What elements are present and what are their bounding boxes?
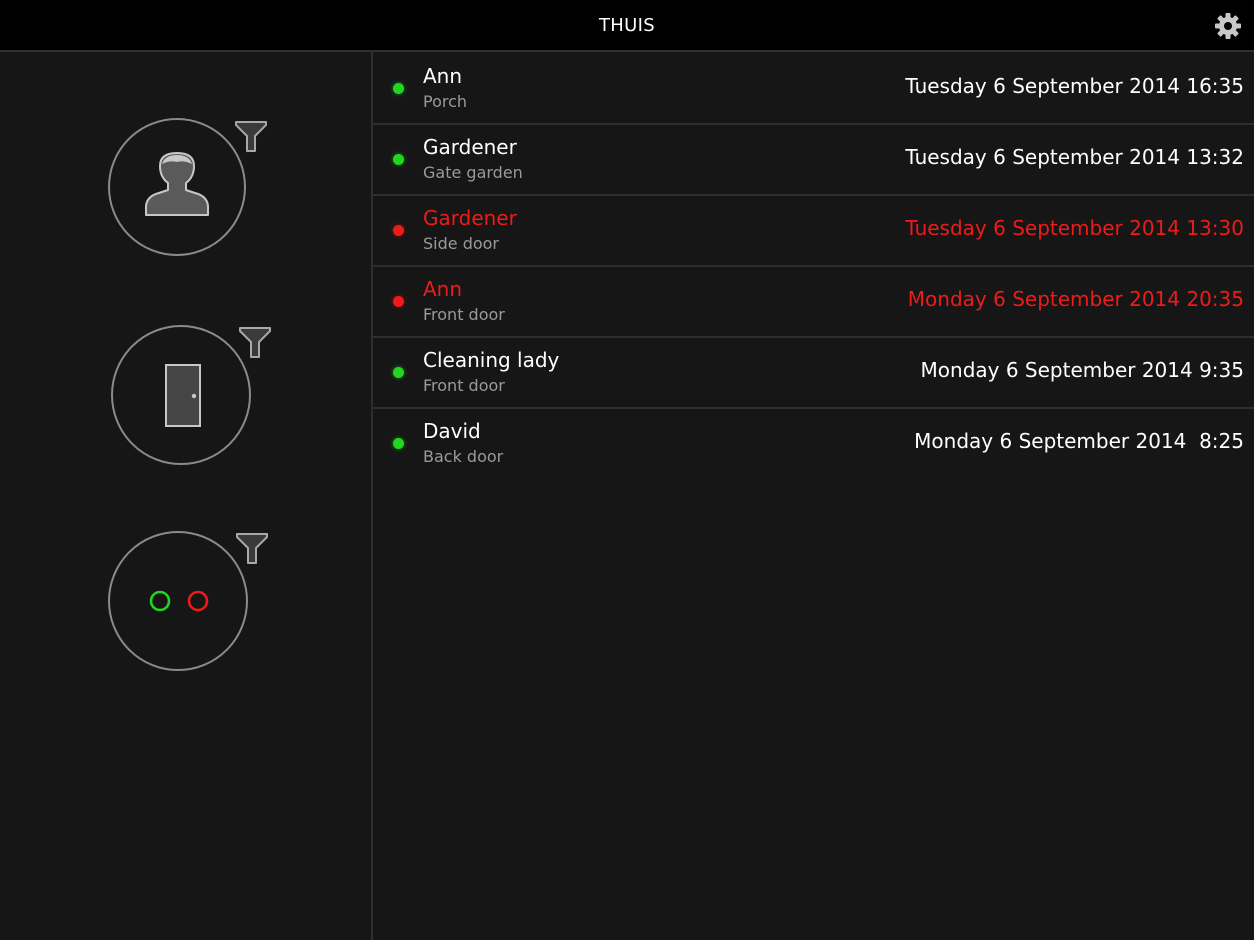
event-timestamp: Tuesday 6 September 2014 16:35: [905, 74, 1244, 98]
status-dot: [393, 83, 404, 94]
event-timestamp: Tuesday 6 September 2014 13:30: [905, 216, 1244, 240]
door-filter-button[interactable]: [111, 325, 251, 465]
status-filter-button[interactable]: [108, 531, 248, 671]
event-door-name: Side door: [423, 234, 499, 253]
status-dot: [393, 296, 404, 307]
event-row[interactable]: Ann Porch Tuesday 6 September 2014 16:35: [373, 54, 1254, 125]
event-person-name: Ann: [423, 277, 463, 301]
event-row[interactable]: Cleaning lady Front door Monday 6 Septem…: [373, 338, 1254, 409]
funnel-icon[interactable]: [238, 326, 272, 360]
door-filter-funnel[interactable]: [238, 326, 272, 360]
person-filter-button[interactable]: [108, 118, 246, 256]
gear-icon[interactable]: [1214, 12, 1242, 40]
event-door-name: Gate garden: [423, 163, 523, 182]
event-timestamp: Monday 6 September 2014 9:35: [920, 358, 1244, 382]
door-icon: [165, 364, 201, 427]
event-door-name: Porch: [423, 92, 468, 111]
settings-button[interactable]: [1214, 12, 1242, 40]
event-person-name: Cleaning lady: [423, 348, 560, 372]
event-person-name: David: [423, 419, 481, 443]
app-title: THUIS: [599, 15, 655, 36]
event-person-name: Gardener: [423, 135, 517, 159]
person-filter-funnel[interactable]: [234, 120, 268, 154]
event-door-name: Back door: [423, 447, 504, 466]
status-dot: [393, 438, 404, 449]
event-row[interactable]: Ann Front door Monday 6 September 2014 2…: [373, 267, 1254, 338]
event-door-name: Front door: [423, 305, 505, 324]
status-dot: [393, 367, 404, 378]
event-row[interactable]: David Back door Monday 6 September 2014 …: [373, 409, 1254, 478]
status-dots-icon: [149, 590, 209, 612]
access-event-list: Ann Porch Tuesday 6 September 2014 16:35…: [373, 54, 1254, 478]
event-person-name: Gardener: [423, 206, 517, 230]
event-timestamp: Tuesday 6 September 2014 13:32: [905, 145, 1244, 169]
event-person-name: Ann: [423, 64, 463, 88]
event-timestamp: Monday 6 September 2014 8:25: [914, 429, 1244, 453]
status-dot: [393, 154, 404, 165]
top-bar: THUIS: [0, 0, 1254, 52]
funnel-icon[interactable]: [234, 120, 268, 154]
person-icon: [145, 152, 209, 216]
event-door-name: Front door: [423, 376, 505, 395]
event-row[interactable]: Gardener Gate garden Tuesday 6 September…: [373, 125, 1254, 196]
status-dot: [393, 225, 404, 236]
event-timestamp: Monday 6 September 2014 20:35: [907, 287, 1244, 311]
event-row[interactable]: Gardener Side door Tuesday 6 September 2…: [373, 196, 1254, 267]
funnel-icon[interactable]: [235, 532, 269, 566]
filter-sidebar: [0, 52, 371, 940]
status-filter-funnel[interactable]: [235, 532, 269, 566]
